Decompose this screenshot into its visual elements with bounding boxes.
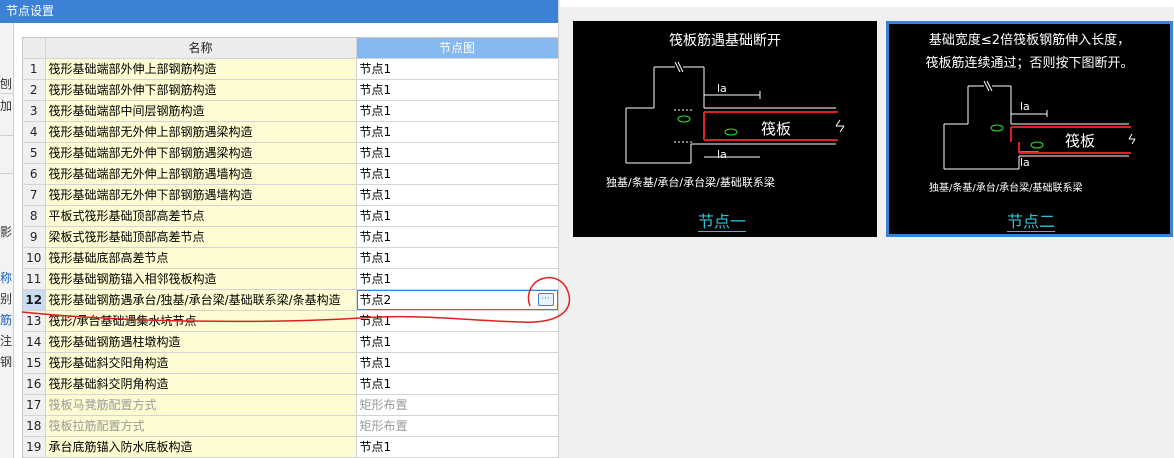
node-settings-dialog: 节点设置 刨 加 影 称 别 筋 注 钢 名称 节点图 1 筏形基础端部外伸上部钢… [0,0,1174,458]
red-annotation-stroke [21,276,571,323]
annotation-overlay [21,276,571,323]
